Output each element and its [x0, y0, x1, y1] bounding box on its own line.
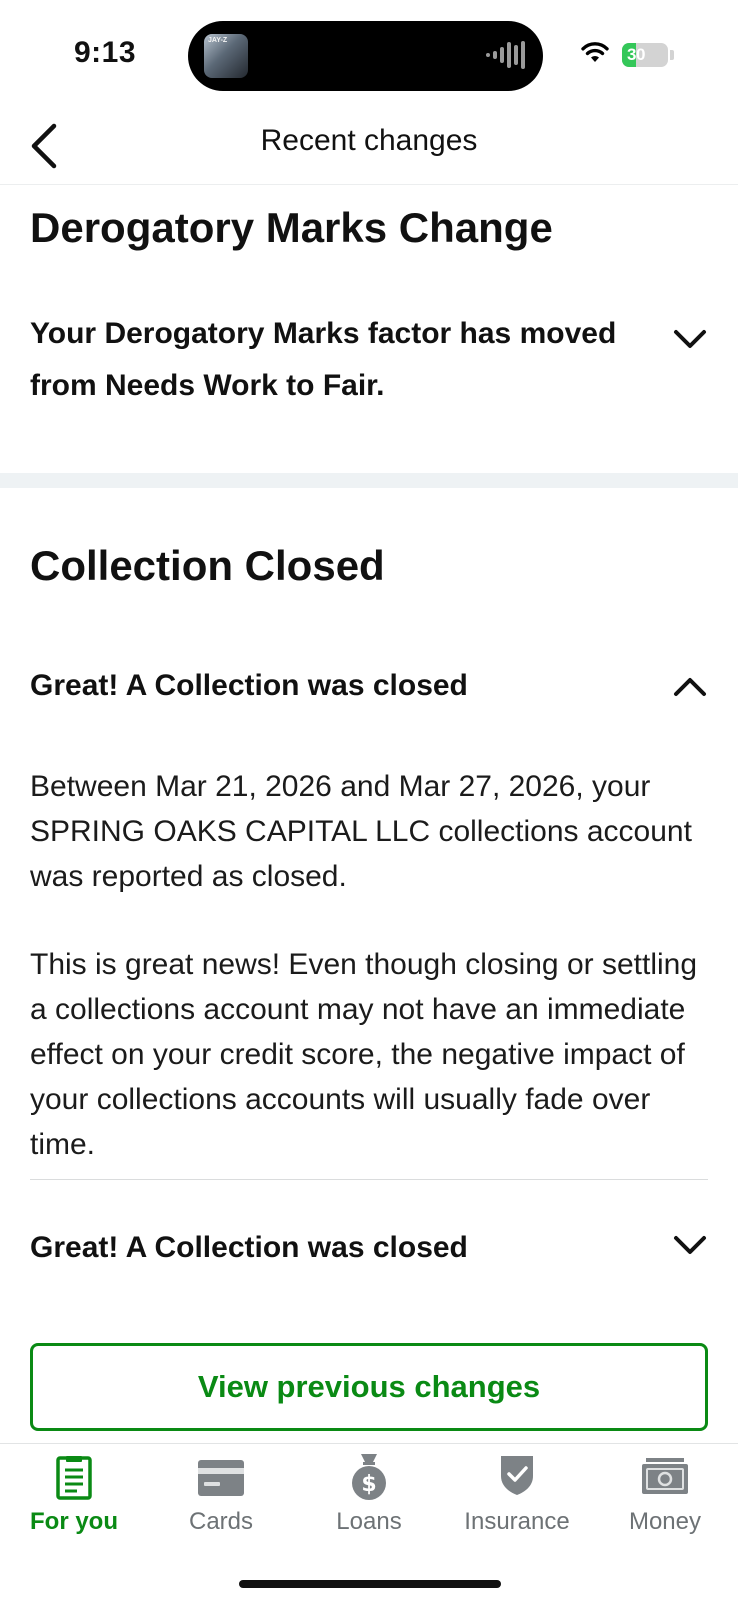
- tab-label: Money: [628, 1508, 702, 1535]
- wifi-icon: [581, 42, 609, 62]
- collection-accordion-header-1[interactable]: Great! A Collection was closed: [30, 660, 710, 712]
- accordion-divider: [30, 1179, 708, 1180]
- collection-item-header: Great! A Collection was closed: [30, 1231, 468, 1264]
- tab-for-you[interactable]: For you: [0, 1444, 148, 1554]
- battery-icon: 30: [622, 43, 668, 67]
- top-nav-bar: Recent changes: [0, 104, 738, 185]
- page-title: Recent changes: [260, 124, 478, 157]
- chevron-down-icon[interactable]: [670, 1226, 710, 1266]
- banknote-icon: [642, 1458, 688, 1494]
- tab-label: Cards: [188, 1508, 254, 1535]
- money-bag-icon: $: [352, 1454, 386, 1500]
- chevron-down-icon[interactable]: [670, 320, 710, 360]
- tab-label: For you: [30, 1508, 118, 1535]
- tab-insurance[interactable]: Insurance: [443, 1444, 591, 1554]
- tab-cards[interactable]: Cards: [147, 1444, 295, 1554]
- derogatory-accordion-header[interactable]: Your Derogatory Marks factor has moved f…: [30, 308, 710, 412]
- collection-section-title: Collection Closed: [30, 542, 385, 589]
- tab-label: Insurance: [464, 1508, 570, 1535]
- collection-item-header: Great! A Collection was closed: [30, 669, 468, 702]
- section-divider: [0, 473, 738, 488]
- chevron-up-icon[interactable]: [670, 666, 710, 706]
- collection-detail-paragraph-1: Between Mar 21, 2026 and Mar 27, 2026, y…: [30, 770, 692, 893]
- status-time: 9:13: [74, 36, 137, 69]
- card-icon: [198, 1460, 244, 1496]
- battery-cap: [670, 50, 674, 60]
- document-icon: [56, 1456, 92, 1500]
- view-previous-changes-button[interactable]: View previous changes: [30, 1343, 708, 1431]
- collection-detail-paragraph-2: This is great news! Even though closing …: [30, 948, 698, 1161]
- audio-waveform-icon: [486, 41, 525, 69]
- svg-text:$: $: [361, 1472, 376, 1497]
- derogatory-summary: Your Derogatory Marks factor has moved f…: [30, 317, 617, 402]
- tab-money[interactable]: Money: [591, 1444, 738, 1554]
- battery-level: 30: [627, 45, 645, 64]
- status-bar: 9:13 JAY-Z 30: [0, 0, 738, 104]
- shield-icon: [501, 1456, 533, 1495]
- album-art-label: JAY-Z: [208, 37, 228, 44]
- tab-label: Loans: [336, 1508, 402, 1535]
- dynamic-island[interactable]: JAY-Z: [188, 21, 543, 91]
- derogatory-section-title: Derogatory Marks Change: [30, 204, 553, 251]
- album-art-thumbnail: JAY-Z: [204, 34, 248, 78]
- bottom-tab-bar: For you Cards $ Loans Insurance Money: [0, 1443, 738, 1601]
- collection-accordion-header-2[interactable]: Great! A Collection was closed: [30, 1222, 710, 1274]
- tab-loans[interactable]: $ Loans: [295, 1444, 443, 1554]
- home-indicator: [239, 1580, 501, 1588]
